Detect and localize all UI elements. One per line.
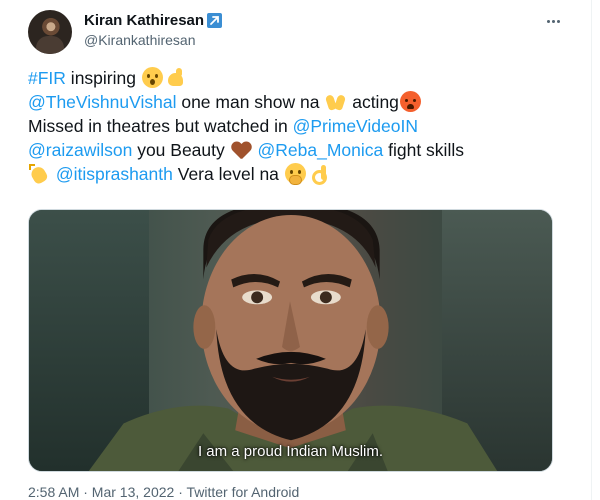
mention-link-prashanth[interactable]: @itisprashanth — [56, 164, 173, 184]
tweet-phrase: Missed in theatres but watched in — [28, 116, 293, 136]
hashtag-link[interactable]: #FIR — [28, 68, 66, 88]
tweet-phrase: you Beauty — [132, 140, 230, 160]
tweet-line-5: @itisprashanth Vera level na — [28, 162, 568, 186]
tweet-phrase: acting — [347, 92, 399, 112]
author-name-row: Kiran Kathiresan — [84, 12, 223, 29]
raising-hands-icon — [325, 91, 346, 112]
mention-link-raiza[interactable]: @raizawilson — [28, 140, 132, 160]
tweet-text: #FIR inspiring @TheVishnuVishal one man … — [28, 66, 568, 186]
tweet-line-4: @raizawilson you Beauty @Reba_Monica fig… — [28, 138, 568, 162]
mention-link-vishnu[interactable]: @TheVishnuVishal — [28, 92, 176, 112]
flexed-biceps-icon — [165, 67, 186, 88]
hushed-face-icon — [141, 67, 163, 88]
tweet-phrase: Vera level na — [172, 164, 284, 184]
tweet-phrase: one man show na — [176, 92, 325, 112]
arrow-badge-icon — [207, 13, 223, 28]
author-display-name[interactable]: Kiran Kathiresan — [84, 12, 204, 29]
movie-still-illustration — [88, 210, 498, 471]
timeline-border — [591, 0, 592, 500]
tweet-line-3: Missed in theatres but watched in @Prime… — [28, 114, 568, 138]
tweet-line-1: #FIR inspiring — [28, 66, 568, 90]
mention-link-reba[interactable]: @Reba_Monica — [258, 140, 384, 160]
ok-hand-icon — [308, 163, 329, 185]
tweet-header: Kiran Kathiresan @Kirankathiresan — [28, 8, 564, 56]
tweet-timestamp[interactable]: 2:58 AM · Mar 13, 2022 · Twitter for And… — [28, 484, 299, 500]
avatar[interactable] — [28, 10, 72, 54]
clapping-hands-icon — [29, 163, 50, 184]
more-options-icon[interactable] — [542, 12, 564, 30]
author-handle[interactable]: @Kirankathiresan — [84, 32, 196, 48]
video-subtitle: I am a proud Indian Muslim. — [197, 443, 384, 460]
tweet-phrase: fight skills — [383, 140, 464, 160]
face-with-hand-over-mouth-icon — [284, 163, 306, 185]
tweet-media-image[interactable]: I am a proud Indian Muslim. — [28, 209, 553, 472]
brown-heart-icon — [231, 139, 252, 160]
tweet-line-2: @TheVishnuVishal one man show na acting — [28, 90, 568, 114]
tweet-word: inspiring — [65, 68, 141, 88]
mention-link-prime[interactable]: @PrimeVideoIN — [293, 116, 418, 136]
hot-face-icon — [399, 91, 421, 112]
